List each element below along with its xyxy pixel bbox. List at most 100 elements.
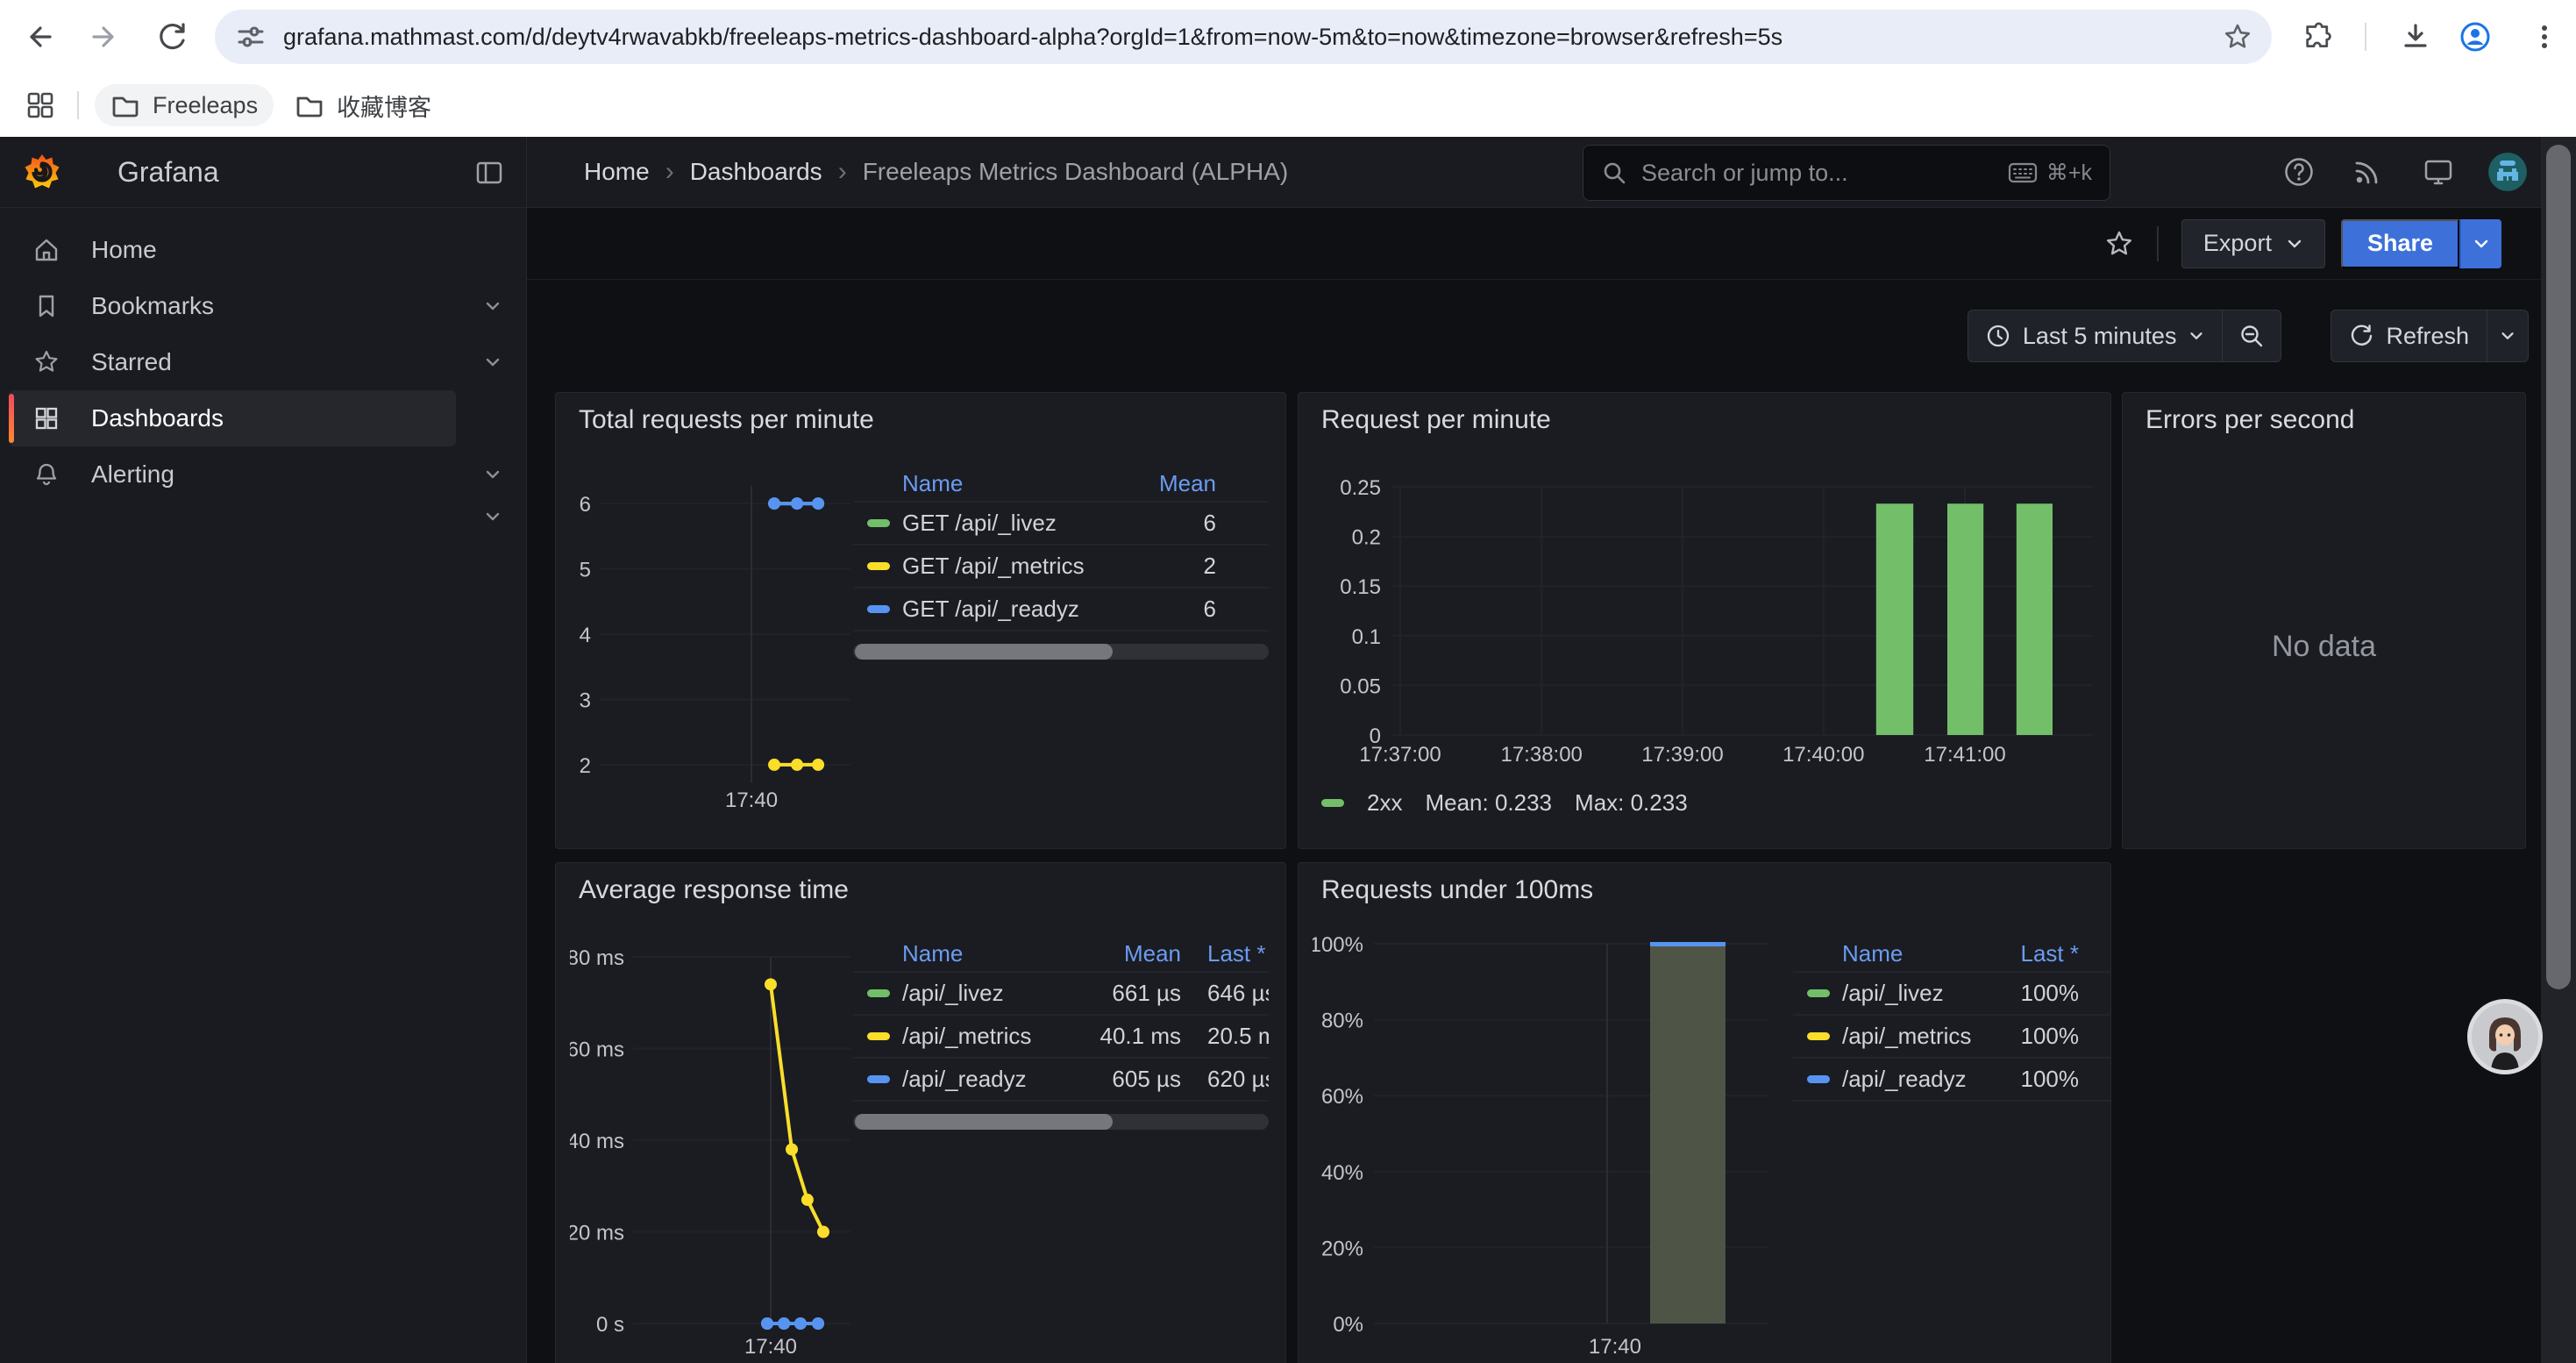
- extensions-icon[interactable]: [2302, 21, 2334, 53]
- back-icon[interactable]: [23, 21, 54, 53]
- browser-menu-icon[interactable]: [2529, 21, 2560, 53]
- floating-assistant-avatar[interactable]: [2467, 999, 2543, 1074]
- share-button[interactable]: Share: [2341, 219, 2459, 268]
- chevron-down-icon[interactable]: [484, 297, 502, 315]
- legend-scroll-thumb[interactable]: [855, 1114, 1113, 1130]
- series-swatch: [867, 519, 890, 527]
- panel-title[interactable]: Errors per second: [2145, 405, 2354, 435]
- legend-row[interactable]: GET /api/_metrics 2: [853, 546, 1269, 589]
- legend-row[interactable]: /api/_metrics 40.1 ms 20.5 ms: [853, 1016, 1269, 1059]
- axis-tick-label: 100%: [1313, 933, 1363, 957]
- data-point: [817, 1226, 829, 1238]
- refresh-button[interactable]: Refresh: [2331, 310, 2487, 361]
- export-button[interactable]: Export: [2181, 219, 2325, 268]
- legend-row[interactable]: GET /api/_readyz 6: [853, 589, 1269, 632]
- folder-icon: [110, 90, 140, 120]
- panel-title[interactable]: Request per minute: [1321, 405, 1551, 435]
- chevron-down-icon[interactable]: [484, 466, 502, 483]
- page-scroll-thumb[interactable]: [2546, 145, 2571, 989]
- browser-toolbar: grafana.mathmast.com/d/deytv4rwavabkb/fr…: [0, 0, 2576, 74]
- legend-col-mean[interactable]: Mean: [1111, 470, 1216, 497]
- monitor-icon[interactable]: [2423, 156, 2454, 188]
- panel-title[interactable]: Average response time: [579, 875, 849, 905]
- axis-tick-label: 0.25: [1340, 476, 1381, 500]
- legend-col-name[interactable]: Name: [1793, 940, 1982, 967]
- legend-col-mean[interactable]: Mean: [1076, 940, 1181, 967]
- download-icon[interactable]: [2400, 21, 2431, 53]
- series-name[interactable]: 2xx: [1367, 789, 1402, 817]
- profile-icon[interactable]: [2459, 21, 2491, 53]
- forward-icon[interactable]: [89, 21, 121, 53]
- legend-row[interactable]: GET /api/_livez 6: [853, 503, 1269, 546]
- panel-title[interactable]: Total requests per minute: [579, 405, 874, 435]
- series-mean: 40.1 ms: [1076, 1023, 1181, 1050]
- chevron-down-icon[interactable]: [484, 353, 502, 371]
- user-avatar[interactable]: [2488, 153, 2527, 191]
- legend-header: Name Mean: [853, 466, 1269, 503]
- refresh-group: Refresh: [2330, 310, 2529, 362]
- breadcrumb-dashboards[interactable]: Dashboards: [690, 158, 822, 186]
- series-line: [771, 984, 823, 1231]
- series-name: GET /api/_livez: [902, 510, 1111, 537]
- chevron-down-icon[interactable]: [484, 508, 502, 525]
- series-name: /api/_livez: [902, 980, 1076, 1007]
- share-menu-button[interactable]: [2459, 219, 2501, 268]
- bookmark-star-icon[interactable]: [2223, 22, 2252, 52]
- legend-col-last[interactable]: Last *: [1207, 940, 1269, 967]
- data-point: [791, 497, 803, 510]
- legend-col-name[interactable]: Name: [853, 940, 1076, 967]
- panel-request-per-minute: Request per minute 00.050.10.150.20.2517…: [1298, 392, 2111, 849]
- apps-grid-icon[interactable]: [25, 89, 56, 121]
- reload-icon[interactable]: [156, 21, 188, 53]
- legend-row[interactable]: /api/_livez 100%: [1793, 973, 2110, 1016]
- request-per-minute-chart: 00.050.10.150.20.2517:37:0017:38:0017:39…: [1313, 453, 2102, 779]
- axis-tick-label: 17:40:00: [1783, 743, 1864, 767]
- sidebar-item-alerting[interactable]: Alerting: [0, 446, 526, 503]
- time-range-label: Last 5 minutes: [2023, 323, 2177, 350]
- favorite-star-icon[interactable]: [2104, 229, 2134, 259]
- news-rss-icon[interactable]: [2352, 156, 2383, 188]
- grafana-logo-icon[interactable]: [23, 153, 61, 191]
- legend-col-name[interactable]: Name: [853, 470, 1111, 497]
- bookmark-icon: [33, 293, 60, 319]
- page-scrollbar[interactable]: [2541, 137, 2576, 1363]
- sidebar-item-bookmarks[interactable]: Bookmarks: [0, 278, 526, 334]
- sidebar-item-dashboards[interactable]: Dashboards: [9, 390, 456, 446]
- legend-table: Name Last * /api/_livez 100% /api/_metri…: [1793, 936, 2110, 1102]
- panel-title[interactable]: Requests under 100ms: [1321, 875, 1593, 905]
- search-input[interactable]: Search or jump to... ⌘+k: [1583, 145, 2110, 201]
- sidebar-item-starred[interactable]: Starred: [0, 334, 526, 390]
- legend-row[interactable]: /api/_readyz 605 µs 620 µs: [853, 1059, 1269, 1102]
- legend-row[interactable]: /api/_metrics 100%: [1793, 1016, 2110, 1059]
- sidebar-item-home[interactable]: Home: [0, 222, 526, 278]
- axis-tick-label: 80%: [1321, 1010, 1363, 1033]
- address-bar[interactable]: grafana.mathmast.com/d/deytv4rwavabkb/fr…: [215, 10, 2272, 64]
- site-settings-icon[interactable]: [236, 22, 266, 52]
- breadcrumb: Home › Dashboards › Freeleaps Metrics Da…: [584, 137, 1288, 207]
- legend-header: Name Last *: [1793, 936, 2110, 973]
- axis-tick-label: 5: [580, 559, 591, 582]
- legend-col-last[interactable]: Last *: [1982, 940, 2079, 967]
- bookmark-folder-blogs[interactable]: 收藏博客: [279, 84, 447, 126]
- legend-row[interactable]: /api/_readyz 100%: [1793, 1059, 2110, 1102]
- time-range-picker[interactable]: Last 5 minutes: [1968, 310, 2223, 361]
- legend-scroll-thumb[interactable]: [855, 644, 1113, 660]
- assistant-avatar-image: [2472, 1003, 2538, 1070]
- dock-menu-icon[interactable]: [475, 159, 503, 187]
- series-last: 100%: [1982, 1023, 2079, 1050]
- url-text[interactable]: grafana.mathmast.com/d/deytv4rwavabkb/fr…: [283, 24, 2223, 51]
- data-point: [812, 497, 824, 510]
- series-max: Max: 0.233: [1575, 789, 1688, 817]
- legend-scrollbar[interactable]: [853, 644, 1269, 660]
- legend-row[interactable]: /api/_livez 661 µs 646 µs: [853, 973, 1269, 1016]
- bookmark-folder-freeleaps[interactable]: Freeleaps: [95, 84, 274, 126]
- breadcrumb-home[interactable]: Home: [584, 158, 650, 186]
- zoom-out-button[interactable]: [2223, 310, 2281, 361]
- legend-scrollbar[interactable]: [853, 1114, 1269, 1130]
- bar: [1947, 503, 1983, 735]
- help-icon[interactable]: [2283, 156, 2315, 188]
- requests-under-100ms-chart: 0%20%40%60%80%100%17:40: [1313, 923, 1777, 1363]
- refresh-interval-button[interactable]: [2487, 310, 2528, 361]
- series-swatch: [867, 562, 890, 570]
- series-swatch: [1807, 1032, 1830, 1040]
